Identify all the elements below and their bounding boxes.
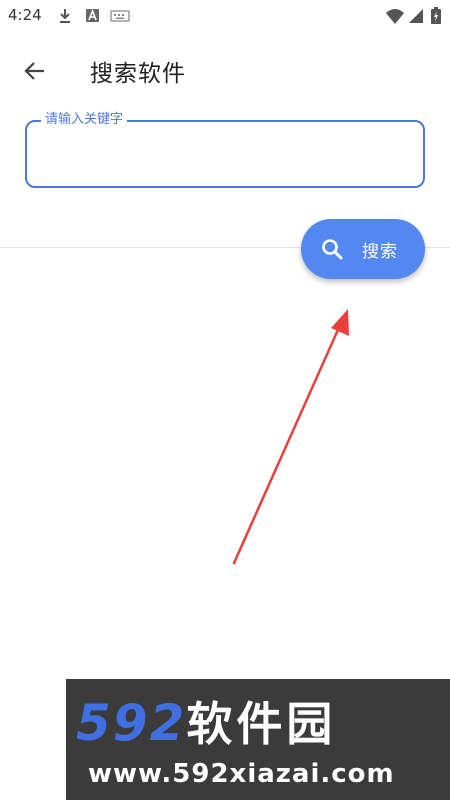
search-button[interactable]: 搜索 — [301, 219, 425, 279]
watermark-url: www.592xiazai.com — [88, 759, 395, 789]
watermark-number: 592 — [76, 694, 187, 752]
status-time: 4:24 — [8, 6, 42, 24]
download-icon — [60, 9, 70, 23]
search-field-label: 请输入关键字 — [41, 111, 128, 129]
search-input[interactable] — [41, 140, 405, 172]
watermark-name: 软件园 — [186, 697, 337, 751]
search-icon — [322, 239, 343, 260]
search-button-label: 搜索 — [362, 242, 398, 262]
wifi-icon — [386, 9, 404, 24]
watermark-banner: 592软件园 www.592xiazai.com — [66, 679, 450, 800]
arrow-left-icon — [24, 62, 44, 80]
page-title: 搜索软件 — [90, 61, 186, 87]
signal-icon — [409, 9, 423, 23]
back-button[interactable] — [18, 54, 52, 88]
status-bar: 4:24 — [0, 0, 450, 32]
search-field[interactable] — [25, 120, 425, 188]
screen: 4:24 搜索软件 请输入关键字 搜索 592软件园 www.592xiazai… — [0, 0, 450, 800]
a-notification-icon — [86, 8, 99, 22]
app-bar: 搜索软件 — [0, 40, 450, 100]
watermark-logo: 592软件园 — [76, 693, 336, 754]
battery-icon — [431, 7, 441, 24]
keyboard-icon — [110, 10, 130, 22]
